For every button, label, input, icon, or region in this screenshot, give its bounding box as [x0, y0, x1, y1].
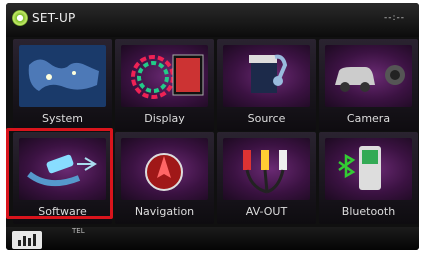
system-button[interactable]: System — [13, 39, 112, 131]
equalizer-icon[interactable] — [12, 231, 42, 249]
navigation-label: Navigation — [134, 205, 195, 218]
bluetooth-button[interactable]: Bluetooth — [319, 132, 418, 224]
source-button[interactable]: Source — [217, 39, 316, 131]
av-out-label: AV-OUT — [245, 205, 288, 218]
bluetooth-label: Bluetooth — [341, 205, 396, 218]
clapperboard-music-icon — [223, 45, 310, 107]
display-label: Display — [144, 112, 185, 125]
navigation-button[interactable]: Navigation — [115, 132, 214, 224]
clock-display: --:-- — [383, 13, 405, 23]
bluetooth-phone-icon — [325, 138, 412, 200]
display-icon — [121, 45, 208, 107]
gear-icon — [12, 10, 28, 26]
tel-indicator: TEL — [72, 227, 85, 235]
camera-button[interactable]: Camera — [319, 39, 418, 131]
car-camera-icon — [325, 45, 412, 107]
system-label: System — [41, 112, 84, 125]
display-button[interactable]: Display — [115, 39, 214, 131]
selection-highlight — [6, 128, 113, 219]
page-title: SET-UP — [32, 11, 76, 25]
camera-label: Camera — [346, 112, 391, 125]
av-out-button[interactable]: AV-OUT — [217, 132, 316, 224]
footer-bar — [6, 227, 419, 250]
source-label: Source — [247, 112, 286, 125]
navigation-icon — [121, 138, 208, 200]
header-bar: SET-UP --:-- — [6, 3, 419, 37]
av-cables-icon — [223, 138, 310, 200]
world-map-icon — [19, 45, 106, 107]
